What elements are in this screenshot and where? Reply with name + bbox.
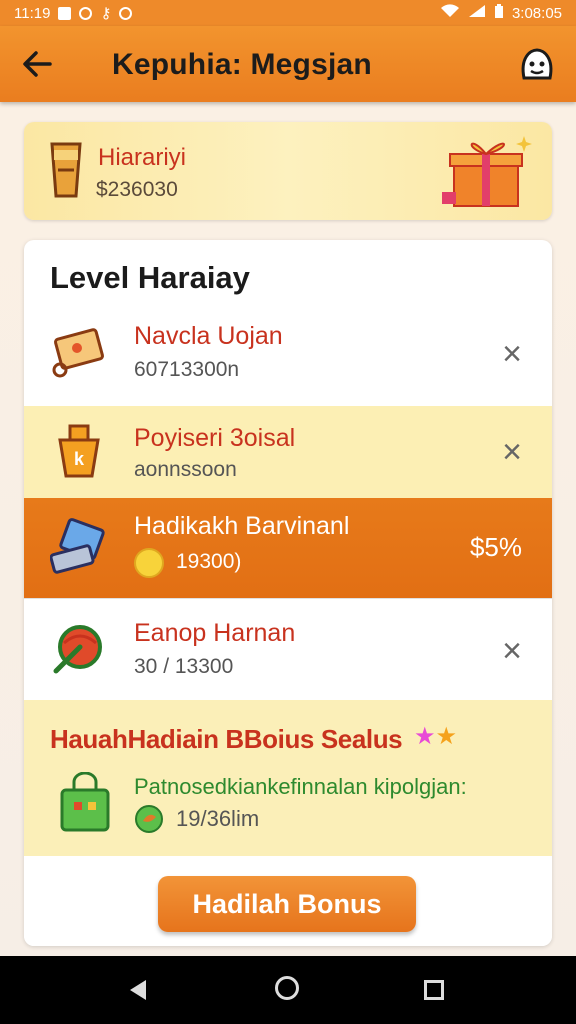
list-item[interactable]: Hadikakh Barvinanl 19300) $5% <box>24 498 552 598</box>
level-card: Level Haraiay Navcla Uojan 60713300n × k… <box>24 240 552 946</box>
row-subtitle: 19300) <box>176 550 242 573</box>
list-item[interactable]: Eanop Harnan 30 / 13300 × <box>24 598 552 702</box>
system-nav-bar <box>0 956 576 1024</box>
book-keychain-icon <box>50 322 108 380</box>
status-clock: 3:08:05 <box>511 4 562 22</box>
status-bar: 11:19 ⚷ 3:08:05 <box>0 0 576 26</box>
battery-icon <box>494 3 504 23</box>
row-title: Navcla Uojan <box>134 322 283 350</box>
nav-recent-icon[interactable] <box>424 980 444 1000</box>
shopping-bag-icon <box>58 771 112 834</box>
bonus-description: Patnosedkiankefinnalan kipolgjan: <box>134 774 467 799</box>
balance-card: Hiarariyi $236030 <box>24 122 552 220</box>
row-title: Poyiseri 3oisal <box>134 424 296 452</box>
star-icon: ★★ <box>414 723 458 750</box>
camera-icon <box>119 6 133 20</box>
wifi-icon <box>440 4 460 22</box>
nav-home-icon[interactable] <box>275 976 299 1000</box>
list-item[interactable]: Navcla Uojan 60713300n × <box>24 304 552 407</box>
percent-badge: $5% <box>469 532 522 562</box>
key-icon: ⚷ <box>100 5 112 22</box>
row-title: Eanop Harnan <box>134 619 296 647</box>
notification-icon <box>58 6 72 20</box>
svg-text:k: k <box>74 449 85 469</box>
list-item[interactable]: k Poyiseri 3oisal aonnssoon × <box>24 406 552 498</box>
gift-box-icon <box>440 130 532 212</box>
level-heading: Level Haraiay <box>50 260 250 295</box>
close-icon[interactable]: × <box>498 337 526 371</box>
status-time: 11:19 <box>14 4 51 22</box>
nav-back-icon[interactable] <box>126 978 150 1002</box>
tablet-icon <box>49 516 108 574</box>
leaf-coin-icon <box>134 804 164 834</box>
profile-avatar-icon[interactable] <box>516 44 558 86</box>
bonus-section: HauahHadiain BBoius Sealus ★★ Patnosedki… <box>24 700 552 857</box>
app-bar: Kepuhia: Megsjan <box>0 26 576 102</box>
back-arrow-icon[interactable] <box>20 46 60 82</box>
close-icon[interactable]: × <box>498 634 526 668</box>
row-subtitle: 60713300n <box>134 358 240 381</box>
balance-value: $236030 <box>96 178 178 201</box>
k-bucket-icon: k <box>50 422 108 480</box>
signal-icon <box>468 4 486 22</box>
row-title: Hadikakh Barvinanl <box>134 512 350 540</box>
drink-cup-icon <box>46 140 86 202</box>
page-title: Kepuhia: Megsjan <box>112 48 372 81</box>
close-icon[interactable]: × <box>498 435 526 469</box>
coin-icon <box>134 548 164 578</box>
balance-title: Hiarariyi <box>98 144 187 171</box>
row-subtitle: aonnssoon <box>134 458 237 481</box>
button-area: Hadilah Bonus <box>24 856 552 946</box>
leaf-pot-icon <box>50 619 108 677</box>
sync-icon <box>79 6 93 20</box>
bonus-button[interactable]: Hadilah Bonus <box>158 876 416 932</box>
bonus-title: HauahHadiain BBoius Sealus <box>50 724 403 754</box>
row-subtitle: 30 / 13300 <box>134 655 234 678</box>
bonus-progress: 19/36lim <box>176 806 260 831</box>
